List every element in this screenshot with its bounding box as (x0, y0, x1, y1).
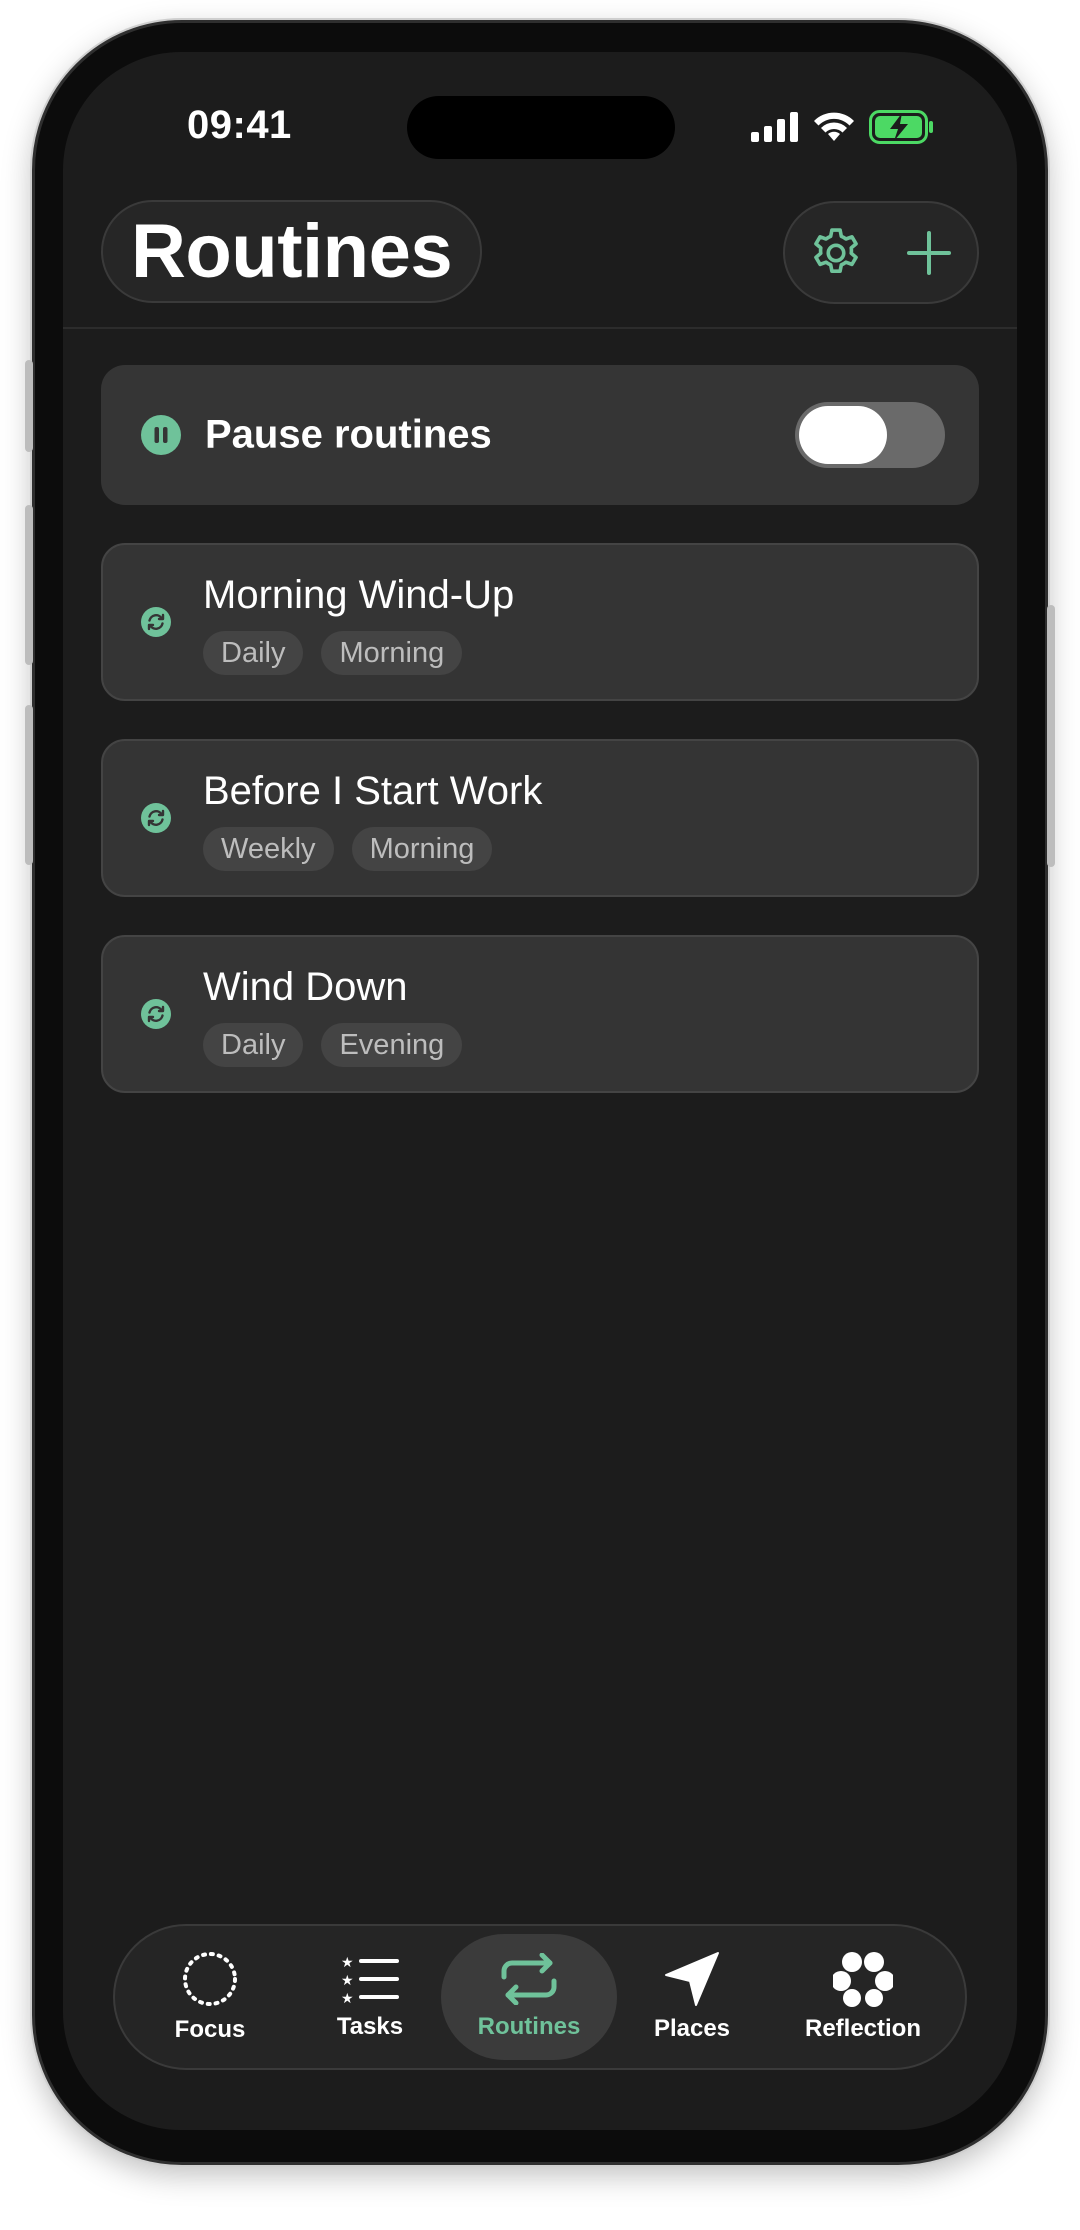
toggle-knob (799, 406, 887, 464)
settings-button[interactable] (807, 224, 865, 282)
page-title: Routines (131, 209, 453, 294)
routine-title: Before I Start Work (203, 769, 543, 813)
repeat-icon (501, 1953, 557, 2005)
dotted-circle-icon (183, 1952, 237, 2006)
side-button-action (25, 360, 33, 452)
routine-tags: Weekly Morning (203, 827, 493, 871)
status-time: 09:41 (187, 103, 292, 147)
frequency-tag: Daily (203, 631, 304, 675)
frequency-tag: Daily (203, 1023, 304, 1067)
tab-label: Routines (477, 2013, 581, 2040)
pause-icon (141, 415, 181, 455)
routine-card[interactable]: Before I Start Work Weekly Morning (101, 739, 979, 897)
routine-card[interactable]: Wind Down Daily Evening (101, 935, 979, 1093)
page-title-pill: Routines (101, 200, 483, 303)
side-button-power (1047, 605, 1055, 867)
routine-card[interactable]: Morning Wind-Up Daily Morning (101, 543, 979, 701)
flower-icon (833, 1952, 893, 2007)
tab-label: Reflection (804, 2015, 921, 2042)
battery-charging-icon (869, 110, 933, 144)
tab-label: Tasks (336, 2013, 404, 2040)
side-button-volume-down (25, 705, 33, 865)
add-routine-button[interactable] (905, 229, 953, 277)
repeat-circle-icon (141, 607, 171, 637)
svg-text:★: ★ (341, 1973, 354, 1989)
time-of-day-tag: Evening (321, 1023, 463, 1067)
plus-icon (907, 230, 951, 275)
tab-reflection[interactable]: Reflection (777, 1934, 949, 2060)
routine-title: Morning Wind-Up (203, 573, 515, 617)
repeat-circle-icon (141, 999, 171, 1029)
routine-tags: Daily Morning (203, 631, 463, 675)
tab-focus[interactable]: Focus (135, 1934, 285, 2060)
time-of-day-tag: Morning (321, 631, 463, 675)
routine-title: Wind Down (203, 965, 408, 1009)
tab-label: Places (653, 2015, 731, 2042)
side-button-volume-up (25, 505, 33, 665)
header-divider (63, 327, 1017, 329)
tab-bar: Focus ★ ★ ★ Tasks Routines Places Reflec… (113, 1924, 967, 2070)
screen: 09:41 Routines Pause routines Morning Wi… (63, 52, 1017, 2130)
dynamic-island (407, 96, 675, 159)
tab-tasks[interactable]: ★ ★ ★ Tasks (295, 1934, 445, 2060)
frequency-tag: Weekly (203, 827, 334, 871)
tab-routines[interactable]: Routines (441, 1934, 617, 2060)
gear-icon (814, 227, 858, 273)
wifi-icon (814, 112, 854, 141)
time-of-day-tag: Morning (351, 827, 493, 871)
location-arrow-icon (665, 1952, 719, 2006)
pause-routines-toggle[interactable] (795, 402, 945, 468)
header-actions (783, 201, 979, 304)
pause-routines-label: Pause routines (205, 412, 492, 457)
svg-text:★: ★ (341, 1955, 354, 1971)
repeat-circle-icon (141, 803, 171, 833)
routine-tags: Daily Evening (203, 1023, 463, 1067)
cellular-signal-icon (751, 112, 798, 142)
list-icon: ★ ★ ★ (341, 1955, 399, 2005)
status-icons (751, 110, 935, 144)
svg-text:★: ★ (341, 1991, 354, 2005)
pause-routines-row: Pause routines (101, 365, 979, 505)
tab-label: Focus (174, 2016, 246, 2043)
tab-places[interactable]: Places (617, 1934, 767, 2060)
